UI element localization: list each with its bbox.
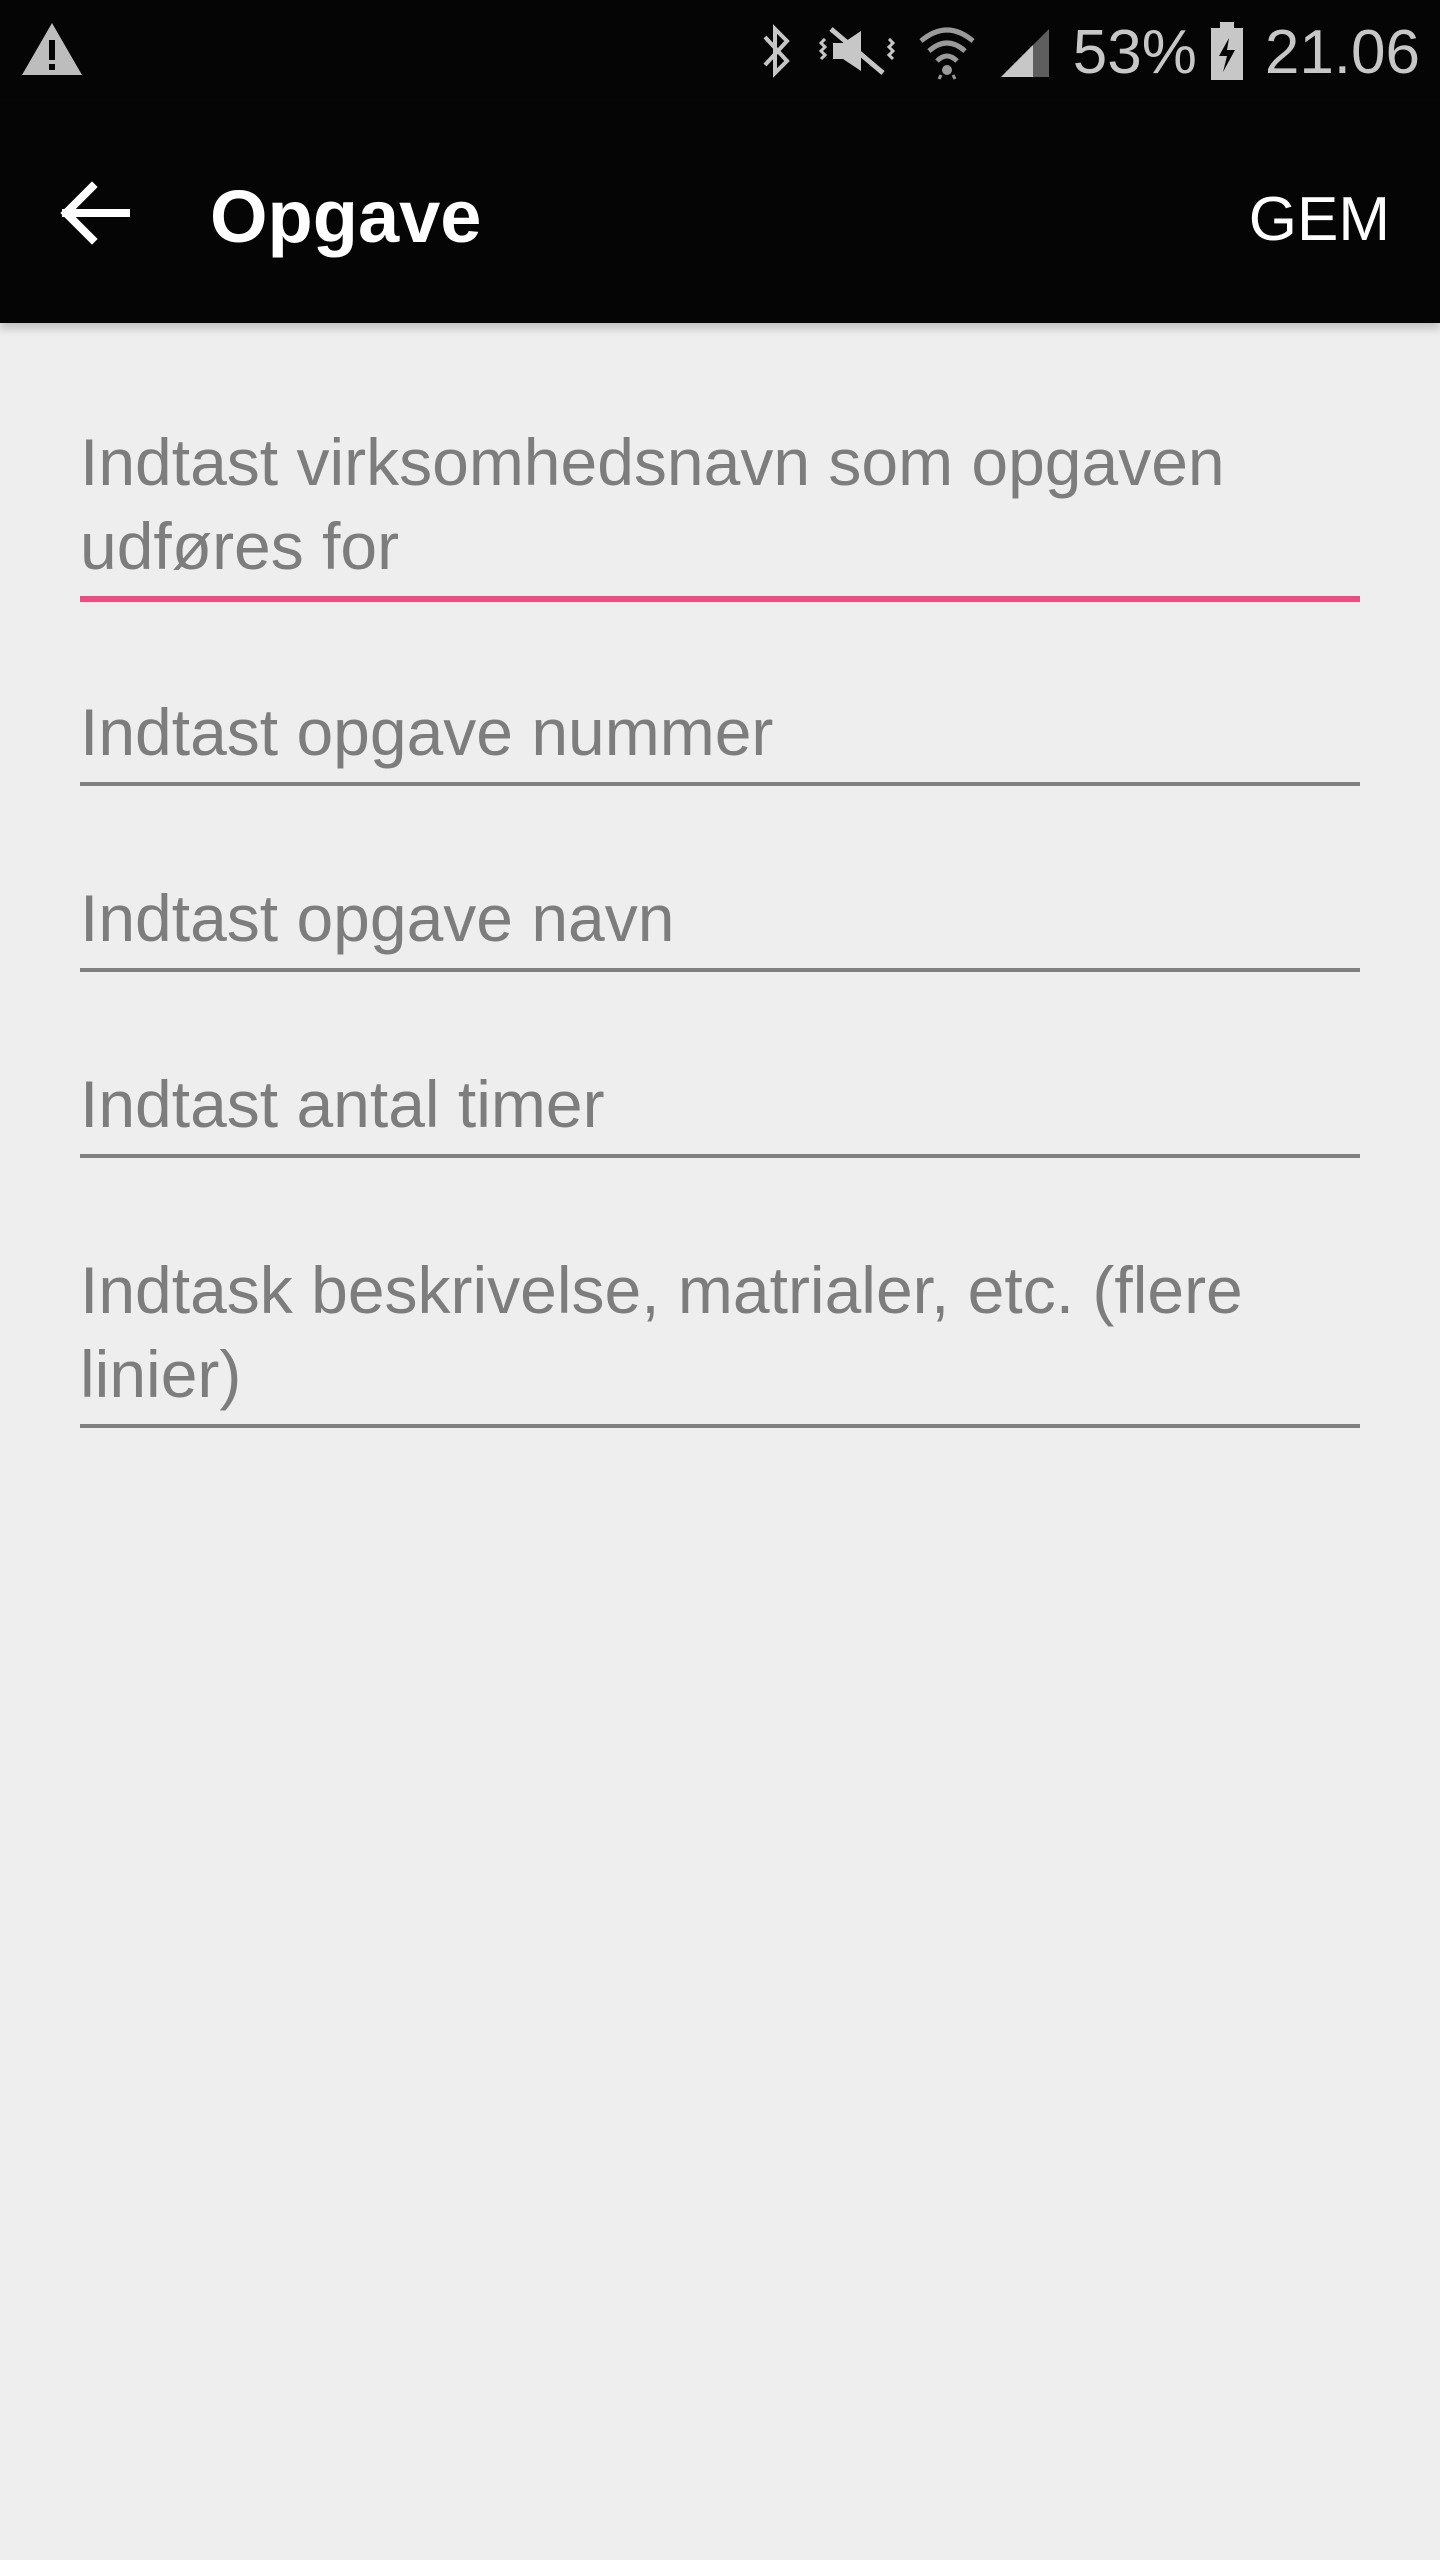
description-field[interactable]: Indtask beskrivelse, matrialer, etc. (fl… [80, 1248, 1360, 1428]
hours-placeholder: Indtast antal timer [80, 1067, 605, 1141]
app-bar: Opgave GEM [0, 105, 1440, 323]
battery-percentage: 53% [1072, 18, 1197, 87]
task-name-field[interactable]: Indtast opgave navn [80, 876, 1360, 972]
battery-charging-icon [1209, 20, 1245, 87]
task-name-placeholder: Indtast opgave navn [80, 881, 675, 955]
arrow-left-icon [60, 180, 130, 250]
task-form: Indtast virksomhedsnavn som opgaven udfø… [80, 420, 1360, 1518]
description-placeholder: Indtask beskrivelse, matrialer, etc. (fl… [80, 1253, 1243, 1411]
save-button[interactable]: GEM [1249, 175, 1390, 265]
task-number-placeholder: Indtast opgave nummer [80, 695, 774, 769]
bluetooth-icon [757, 21, 797, 86]
company-name-field[interactable]: Indtast virksomhedsnavn som opgaven udfø… [80, 420, 1360, 602]
status-bar: 53% 21.06 [0, 0, 1440, 105]
back-button[interactable] [40, 160, 150, 270]
warning-icon [20, 20, 84, 78]
mute-vibrate-icon [817, 21, 897, 86]
status-icons: 53% 21.06 [757, 14, 1420, 92]
page-title: Opgave [210, 175, 482, 258]
signal-icon [997, 21, 1053, 86]
task-number-field[interactable]: Indtast opgave nummer [80, 690, 1360, 786]
clock: 21.06 [1264, 18, 1420, 87]
hours-field[interactable]: Indtast antal timer [80, 1062, 1360, 1158]
wifi-icon [917, 21, 977, 86]
company-name-placeholder: Indtast virksomhedsnavn som opgaven udfø… [80, 425, 1225, 583]
